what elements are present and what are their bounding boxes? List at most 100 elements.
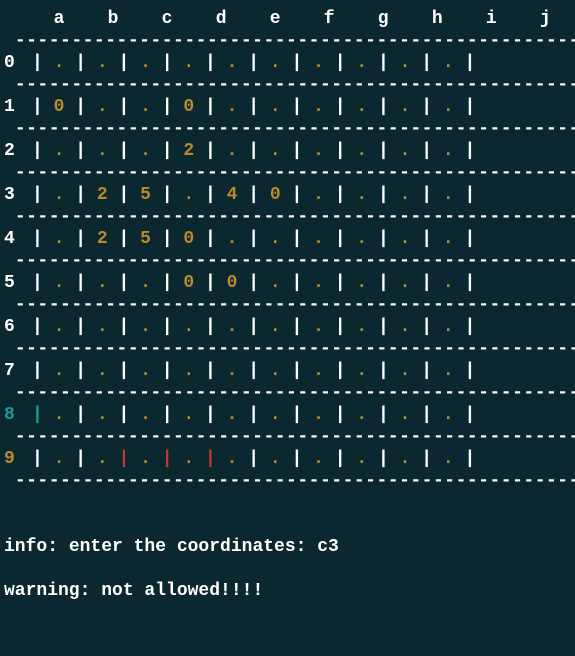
cell-8-5[interactable]: . [270,404,281,426]
cell-8-7[interactable]: . [356,404,367,426]
cell-2-2[interactable]: . [140,140,151,162]
cell-6-6[interactable]: . [313,316,324,338]
cell-6-9[interactable]: . [443,316,454,338]
cell-7-1[interactable]: . [97,360,108,382]
cell-1-2[interactable]: . [140,96,151,118]
cell-5-4[interactable]: 0 [227,272,238,294]
cell-7-5[interactable]: . [270,360,281,382]
cell-0-7[interactable]: . [356,52,367,74]
info-line[interactable]: info: enter the coordinates: c3 [4,536,575,558]
cell-7-7[interactable]: . [356,360,367,382]
cell-0-0[interactable]: . [54,52,65,74]
cell-9-7[interactable]: . [356,448,367,470]
cell-4-9[interactable]: . [443,228,454,250]
cell-9-4[interactable]: . [227,448,238,470]
cell-9-1[interactable]: . [97,448,108,470]
cell-4-8[interactable]: . [400,228,411,250]
cell-2-6[interactable]: . [313,140,324,162]
cell-6-1[interactable]: . [97,316,108,338]
cell-3-1[interactable]: 2 [97,184,108,206]
cell-4-5[interactable]: . [270,228,281,250]
cell-6-8[interactable]: . [400,316,411,338]
cell-8-3[interactable]: . [183,404,194,426]
cell-1-7[interactable]: . [356,96,367,118]
cell-0-5[interactable]: . [270,52,281,74]
cell-2-7[interactable]: . [356,140,367,162]
cell-1-1[interactable]: . [97,96,108,118]
cell-9-5[interactable]: . [270,448,281,470]
cell-5-1[interactable]: . [97,272,108,294]
cell-2-5[interactable]: . [270,140,281,162]
cell-7-9[interactable]: . [443,360,454,382]
cell-3-0[interactable]: . [54,184,65,206]
cell-4-3[interactable]: 0 [183,228,194,250]
cell-7-3[interactable]: . [183,360,194,382]
cell-2-4[interactable]: . [227,140,238,162]
cell-2-1[interactable]: . [97,140,108,162]
cell-9-8[interactable]: . [400,448,411,470]
cell-6-2[interactable]: . [140,316,151,338]
cell-5-3[interactable]: 0 [183,272,194,294]
cell-9-3[interactable]: . [183,448,194,470]
cell-3-6[interactable]: . [313,184,324,206]
cell-9-6[interactable]: . [313,448,324,470]
cell-2-3[interactable]: 2 [183,140,194,162]
cell-2-0[interactable]: . [54,140,65,162]
cell-0-6[interactable]: . [313,52,324,74]
cell-6-4[interactable]: . [227,316,238,338]
cell-8-8[interactable]: . [400,404,411,426]
cell-0-9[interactable]: . [443,52,454,74]
cell-3-4[interactable]: 4 [227,184,238,206]
cell-2-9[interactable]: . [443,140,454,162]
cell-2-8[interactable]: . [400,140,411,162]
cell-4-0[interactable]: . [54,228,65,250]
cell-5-5[interactable]: . [270,272,281,294]
cell-1-8[interactable]: . [400,96,411,118]
cell-8-9[interactable]: . [443,404,454,426]
cell-4-7[interactable]: . [356,228,367,250]
cell-7-2[interactable]: . [140,360,151,382]
cell-1-5[interactable]: . [270,96,281,118]
cell-8-2[interactable]: . [140,404,151,426]
cell-0-2[interactable]: . [140,52,151,74]
cell-4-4[interactable]: . [227,228,238,250]
cell-7-8[interactable]: . [400,360,411,382]
cell-1-6[interactable]: . [313,96,324,118]
cell-5-9[interactable]: . [443,272,454,294]
cell-3-7[interactable]: . [356,184,367,206]
cell-1-9[interactable]: . [443,96,454,118]
cell-0-3[interactable]: . [183,52,194,74]
cell-5-6[interactable]: . [313,272,324,294]
cell-7-6[interactable]: . [313,360,324,382]
cell-3-8[interactable]: . [400,184,411,206]
cell-3-9[interactable]: . [443,184,454,206]
cell-1-3[interactable]: 0 [183,96,194,118]
cell-8-4[interactable]: . [227,404,238,426]
cell-3-2[interactable]: 5 [140,184,151,206]
cell-1-4[interactable]: . [227,96,238,118]
cell-4-1[interactable]: 2 [97,228,108,250]
cell-0-1[interactable]: . [97,52,108,74]
cell-8-6[interactable]: . [313,404,324,426]
cell-4-2[interactable]: 5 [140,228,151,250]
cell-7-4[interactable]: . [227,360,238,382]
cell-9-9[interactable]: . [443,448,454,470]
cell-0-4[interactable]: . [227,52,238,74]
cell-3-5[interactable]: 0 [270,184,281,206]
cell-8-0[interactable]: . [54,404,65,426]
cell-6-0[interactable]: . [54,316,65,338]
cell-1-0[interactable]: 0 [54,96,65,118]
cell-6-5[interactable]: . [270,316,281,338]
cell-8-1[interactable]: . [97,404,108,426]
cell-4-6[interactable]: . [313,228,324,250]
cell-5-7[interactable]: . [356,272,367,294]
cell-6-7[interactable]: . [356,316,367,338]
cell-5-0[interactable]: . [54,272,65,294]
cell-9-0[interactable]: . [54,448,65,470]
cell-0-8[interactable]: . [400,52,411,74]
cell-6-3[interactable]: . [183,316,194,338]
cell-7-0[interactable]: . [54,360,65,382]
cell-3-3[interactable]: . [183,184,194,206]
cell-5-2[interactable]: . [140,272,151,294]
cell-5-8[interactable]: . [400,272,411,294]
